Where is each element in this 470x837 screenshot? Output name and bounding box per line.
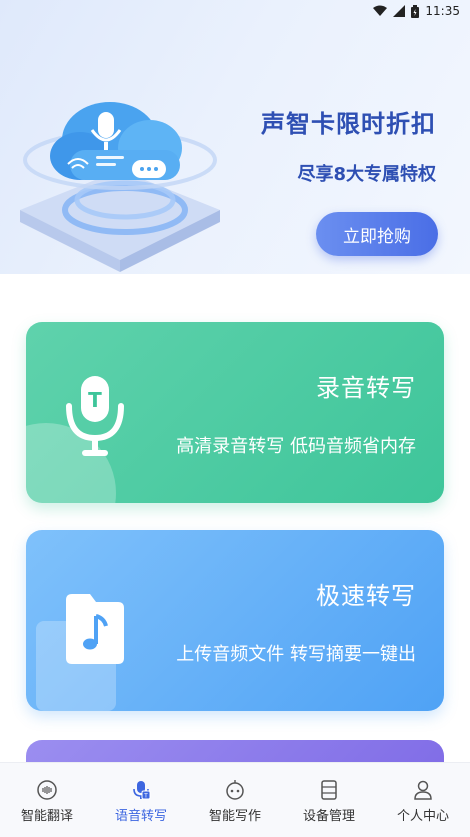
fast-transcribe-card[interactable]: 极速转写 上传音频文件 转写摘要一键出 [26, 530, 444, 711]
cloud-microphone-illustration [20, 102, 220, 272]
svg-text:T: T [143, 793, 148, 800]
nav-label: 设备管理 [302, 809, 355, 824]
card-title: 录音转写 [316, 374, 416, 402]
nav-label: 智能写作 [208, 809, 261, 824]
voice-transcribe-icon: T [133, 781, 151, 800]
bottom-nav: 智能翻译 T 语音转写 智能写作 设备管理 个人中心 [0, 762, 470, 837]
recording-transcribe-card[interactable]: T 录音转写 高清录音转写 低码音频省内存 [26, 322, 444, 503]
nav-item-voice-transcribe[interactable]: T 语音转写 [94, 779, 188, 824]
buy-now-button[interactable]: 立即抢购 [316, 212, 438, 256]
device-icon [321, 780, 337, 800]
person-icon [414, 780, 432, 800]
nav-item-smart-writing[interactable]: 智能写作 [188, 779, 282, 824]
card-title: 极速转写 [316, 582, 416, 610]
card-description: 高清录音转写 低码音频省内存 [176, 436, 416, 457]
microphone-t-icon: T [66, 376, 124, 456]
banner-title: 声智卡限时折扣 [261, 110, 436, 138]
signal-icon [393, 5, 406, 17]
promo-banner[interactable]: 声智卡限时折扣 尽享8大专属特权 立即抢购 [0, 0, 470, 274]
music-file-icon [66, 594, 124, 664]
banner-subtitle: 尽享8大专属特权 [297, 164, 436, 185]
status-bar: 11:35 [0, 0, 470, 22]
nav-item-translate[interactable]: 智能翻译 [0, 779, 94, 824]
nav-label: 智能翻译 [20, 809, 73, 824]
nav-label: 语音转写 [114, 809, 167, 824]
nav-item-profile[interactable]: 个人中心 [376, 779, 470, 824]
svg-text:T: T [88, 388, 102, 412]
writing-robot-icon [226, 780, 244, 800]
card-description: 上传音频文件 转写摘要一键出 [176, 644, 416, 665]
wifi-icon [373, 5, 388, 17]
nav-label: 个人中心 [396, 809, 449, 824]
battery-icon [411, 4, 420, 18]
nav-item-device-manage[interactable]: 设备管理 [282, 779, 376, 824]
translate-icon [37, 780, 57, 800]
status-time: 11:35 [425, 4, 460, 18]
